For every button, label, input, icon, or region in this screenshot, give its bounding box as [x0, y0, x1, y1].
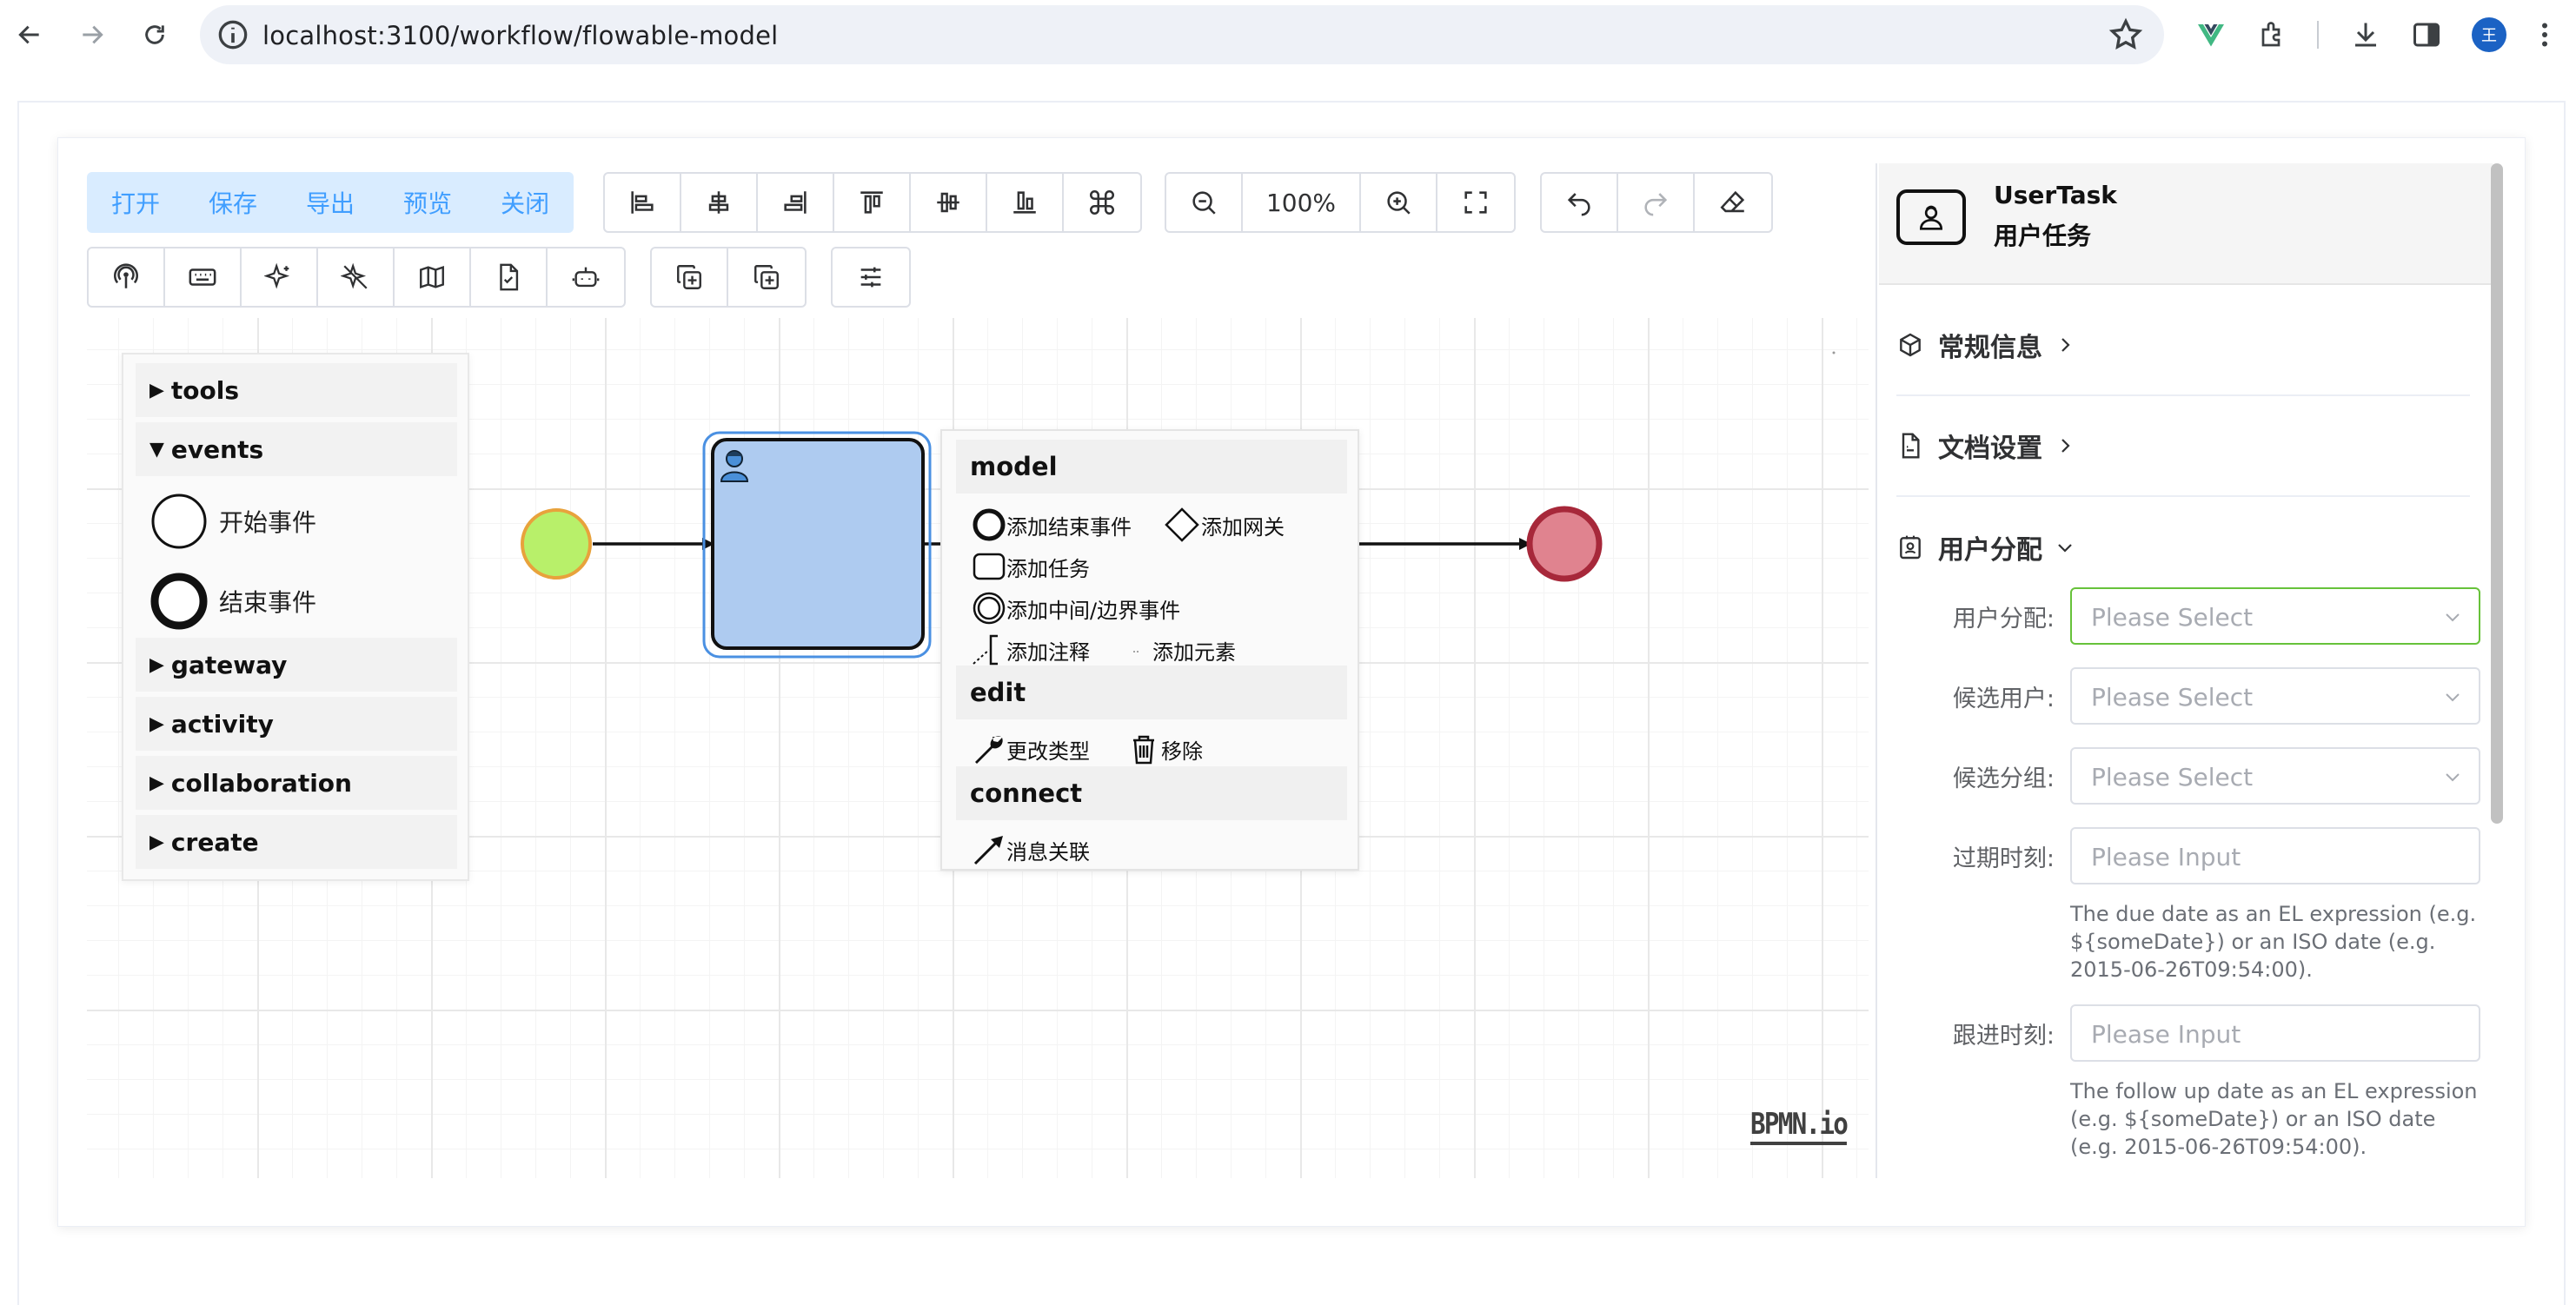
start-event-icon [151, 494, 207, 549]
follow-up-hint: The follow up date as an EL expression (… [2070, 1079, 2478, 1159]
palette-group-gateway[interactable]: ▶ gateway [136, 638, 457, 692]
element-name: 用户任务 [1994, 222, 2092, 250]
caret-right-icon: ▶ [149, 653, 164, 676]
connect-message-label: 消息关联 [1006, 839, 1090, 864]
candidate-users-select[interactable]: Please Select [2070, 667, 2480, 725]
append-task[interactable]: 添加任务 [972, 549, 1090, 584]
assignee-placeholder: Please Select [2091, 603, 2254, 632]
start-event[interactable] [521, 508, 592, 580]
palette-group-tools-label: tools [170, 375, 240, 405]
caret-right-icon: ▶ [149, 831, 164, 853]
palette-end-event[interactable]: 结束事件 [149, 572, 316, 631]
chevron-right-icon [2061, 439, 2070, 453]
palette-group-events-label: events [170, 434, 264, 464]
palette-group-gateway-label: gateway [170, 650, 288, 679]
element-type: UserTask [1994, 181, 2117, 209]
caret-down-icon: ▼ [149, 438, 164, 460]
due-date-hint: The due date as an EL expression (e.g. $… [2070, 902, 2477, 982]
append-gateway-label: 添加网关 [1201, 514, 1285, 540]
contact-card-icon [1900, 535, 1921, 560]
chevron-down-icon [2446, 693, 2460, 702]
palette-group-activity-label: activity [170, 709, 274, 739]
palette-group-collaboration-label: collaboration [170, 768, 352, 798]
append-intermediate-event-label: 添加中间/边界事件 [1006, 598, 1181, 623]
bpmn-io-logo[interactable]: BPMN.io [1750, 1107, 1849, 1145]
wrench-icon [975, 736, 1003, 764]
due-date-label: 过期时刻: [1952, 845, 2055, 872]
append-intermediate-event[interactable]: 添加中间/边界事件 [972, 591, 1180, 626]
change-type[interactable]: 更改类型 [972, 732, 1090, 766]
section-general[interactable]: 常规信息 [1896, 295, 2470, 396]
document-icon [1902, 433, 1920, 459]
change-type-label: 更改类型 [1006, 739, 1090, 764]
chevron-down-icon [2058, 544, 2072, 553]
chevron-down-icon [2446, 613, 2460, 622]
palette-group-collaboration[interactable]: ▶ collaboration [136, 756, 457, 810]
end-event-icon [973, 508, 1006, 541]
palette-group-activity[interactable]: ▶ activity [136, 697, 457, 751]
palette-group-events[interactable]: ▼ events [136, 422, 457, 476]
append-gateway[interactable]: 添加网关 [1163, 507, 1285, 542]
task-icon [973, 553, 1006, 580]
intermediate-event-icon [973, 592, 1006, 625]
due-date-placeholder: Please Input [2091, 843, 2241, 871]
due-date-input[interactable]: Please Input [2070, 827, 2480, 884]
assignee-label: 用户分配: [1952, 606, 2055, 633]
end-event[interactable] [1526, 506, 1603, 582]
dots-icon [1133, 651, 1140, 652]
follow-up-label: 跟进时刻: [1952, 1023, 2055, 1050]
section-user-assignment-label: 用户分配 [1938, 535, 2042, 566]
palette-start-event[interactable]: 开始事件 [149, 492, 316, 551]
properties-scrollbar[interactable] [2491, 163, 2503, 824]
user-task[interactable] [711, 438, 925, 650]
append-end-event-label: 添加结束事件 [1006, 514, 1132, 540]
context-pad: model 添加结束事件 添加网关 添加任务 添加中间/边界事件 添加注释 添加… [940, 429, 1359, 871]
palette-group-tools[interactable]: ▶ tools [136, 363, 457, 417]
palette-group-create-label: create [170, 827, 259, 857]
palette-group-create[interactable]: ▶ create [136, 815, 457, 869]
candidate-groups-select[interactable]: Please Select [2070, 747, 2480, 805]
follow-up-input[interactable]: Please Input [2070, 1004, 2480, 1062]
append-end-event[interactable]: 添加结束事件 [972, 507, 1132, 542]
candidate-users-placeholder: Please Select [2091, 683, 2254, 712]
caret-right-icon: ▶ [149, 712, 164, 735]
append-element[interactable]: 添加元素 [1128, 633, 1236, 667]
annotation-icon [973, 634, 998, 666]
palette-start-event-label: 开始事件 [219, 508, 317, 537]
properties-header: UserTask 用户任务 [1879, 163, 2493, 285]
user-task-icon [1896, 189, 1966, 245]
connect-arrow-icon [973, 836, 1003, 865]
palette-end-event-label: 结束事件 [219, 588, 317, 617]
follow-up-placeholder: Please Input [2091, 1020, 2241, 1049]
chevron-down-icon [2446, 773, 2460, 782]
section-documentation[interactable]: 文档设置 [1896, 396, 2470, 497]
remove-element-label: 移除 [1161, 739, 1203, 764]
context-pad-model-header: model [956, 440, 1347, 494]
chevron-right-icon [2061, 338, 2070, 352]
properties-panel: UserTask 用户任务 常规信息 文档设置 用户分配 用户分配: Pleas… [1876, 163, 2494, 1178]
section-user-assignment[interactable]: 用户分配 [1896, 497, 2470, 598]
caret-right-icon: ▶ [149, 772, 164, 794]
caret-right-icon: ▶ [149, 379, 164, 401]
candidate-groups-label: 候选分组: [1952, 765, 2055, 792]
trash-icon [1133, 735, 1154, 765]
context-pad-edit-header: edit [956, 666, 1347, 719]
section-documentation-label: 文档设置 [1938, 434, 2042, 464]
cube-icon [1900, 333, 1921, 357]
remove-element[interactable]: 移除 [1126, 732, 1203, 766]
gateway-icon [1165, 507, 1199, 542]
candidate-groups-placeholder: Please Select [2091, 763, 2254, 792]
append-annotation[interactable]: 添加注释 [972, 633, 1090, 667]
candidate-users-label: 候选用户: [1952, 686, 2055, 712]
context-pad-connect-header: connect [956, 766, 1347, 820]
append-element-label: 添加元素 [1152, 639, 1236, 665]
assignee-select[interactable]: Please Select [2070, 587, 2480, 645]
section-general-label: 常规信息 [1938, 333, 2042, 363]
connect-message[interactable]: 消息关联 [972, 832, 1090, 867]
palette: ▶ tools ▼ events 开始事件 结束事件 ▶ gateway ▶ activ… [122, 353, 469, 881]
end-event-icon [150, 573, 208, 630]
append-annotation-label: 添加注释 [1006, 639, 1090, 665]
canvas-dot-marker [1832, 351, 1836, 354]
append-task-label: 添加任务 [1006, 556, 1090, 581]
